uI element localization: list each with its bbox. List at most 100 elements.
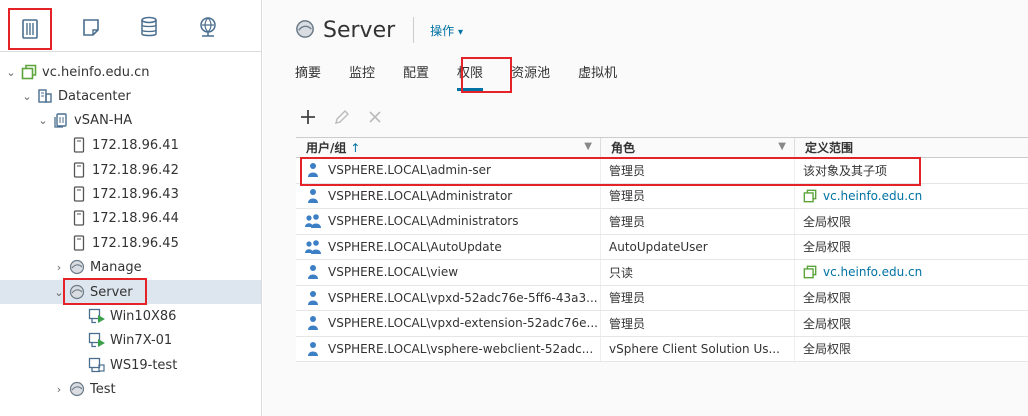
- tree-label: 172.18.96.43: [92, 186, 179, 202]
- tree-node-pool-test[interactable]: › Test: [52, 378, 116, 400]
- table-row[interactable]: VSPHERE.LOCAL\Administrators 管理员 全局权限: [296, 209, 1028, 235]
- tree-node-host[interactable]: 172.18.96.45: [68, 232, 179, 254]
- tab-resource-pools[interactable]: 资源池: [511, 62, 550, 88]
- role-name: AutoUpdateUser: [609, 239, 708, 254]
- user-name: VSPHERE.LOCAL\Administrators: [328, 214, 519, 229]
- user-icon: [304, 341, 322, 357]
- user-name: VSPHERE.LOCAL\vpxd-52adc76e-5ff6-43a3...: [328, 290, 598, 305]
- tree-label: Manage: [90, 259, 142, 275]
- delete-icon[interactable]: [367, 109, 383, 125]
- tab-configure[interactable]: 配置: [403, 62, 429, 88]
- tree-node-host[interactable]: 172.18.96.42: [68, 159, 179, 181]
- page-title: Server: [323, 17, 396, 43]
- user-cell: VSPHERE.LOCAL\view: [296, 260, 601, 285]
- tree-label: Win7X-01: [110, 332, 173, 348]
- role-cell: 管理员: [601, 183, 795, 208]
- tab-permissions[interactable]: 权限: [457, 62, 484, 91]
- filter-icon[interactable]: ▼: [584, 141, 592, 152]
- tab-summary[interactable]: 摘要: [295, 62, 321, 88]
- tree-label: Test: [90, 381, 116, 397]
- grid-header: 用户/组 ↑ ▼ 角色 ▼ 定义范围: [296, 138, 1028, 158]
- table-row[interactable]: VSPHERE.LOCAL\Administrator 管理员 vc.heinfo.…: [296, 183, 1028, 209]
- storage-tab[interactable]: [136, 14, 162, 40]
- vm-powered-on-icon: [88, 307, 106, 325]
- tree-label: 172.18.96.44: [92, 210, 179, 226]
- chevron-down-icon[interactable]: ⌄: [4, 66, 18, 79]
- networking-icon: [200, 17, 216, 37]
- tree-node-host[interactable]: 172.18.96.41: [68, 134, 179, 156]
- tree-node-pool-manage[interactable]: › Manage: [52, 256, 142, 278]
- tree-node-host[interactable]: 172.18.96.44: [68, 207, 179, 229]
- user-name: VSPHERE.LOCAL\vpxd-extension-52adc76e...: [328, 316, 598, 331]
- scope-text: 全局权限: [803, 316, 852, 331]
- tree-node-vm[interactable]: WS19-test: [86, 354, 177, 376]
- role-name: 管理员: [609, 189, 646, 204]
- resource-pool-icon: [68, 380, 86, 398]
- column-header-scope[interactable]: 定义范围: [795, 138, 1028, 157]
- role-name: 只读: [609, 265, 634, 280]
- content-panel: Server 操作 ▾ 摘要 监控 配置 权限 资源池 虚拟机 用户/组 ↑ ▼…: [263, 0, 1028, 416]
- scope-link[interactable]: vc.heinfo.edu.cn: [823, 265, 922, 279]
- tree-label: 172.18.96.42: [92, 162, 179, 178]
- tree-node-vm[interactable]: Win7X-01: [86, 329, 172, 351]
- chevron-down-icon[interactable]: ⌄: [20, 90, 34, 103]
- role-cell: 管理员: [601, 285, 795, 310]
- tree-node-vm[interactable]: Win10X86: [86, 305, 176, 327]
- tree-label: Datacenter: [58, 88, 131, 104]
- user-icon: [304, 315, 322, 331]
- table-row[interactable]: VSPHERE.LOCAL\vpxd-52adc76e-5ff6-43a3...…: [296, 285, 1028, 311]
- grid-body: VSPHERE.LOCAL\admin-ser 管理员 该对象及其子项 VSPHERE…: [296, 158, 1028, 362]
- user-icon: [304, 162, 322, 178]
- column-header-role[interactable]: 角色 ▼: [601, 138, 795, 157]
- user-cell: VSPHERE.LOCAL\admin-ser: [296, 158, 601, 183]
- chevron-down-icon[interactable]: ⌄: [36, 114, 50, 127]
- tree-node-datacenter[interactable]: ⌄ Datacenter: [20, 85, 131, 107]
- chevron-right-icon[interactable]: ›: [52, 261, 66, 274]
- role-name: 管理员: [609, 316, 646, 331]
- vms-templates-tab[interactable]: [78, 14, 104, 40]
- user-name: VSPHERE.LOCAL\Administrator: [328, 188, 513, 203]
- tree-label: vc.heinfo.edu.cn: [42, 64, 150, 80]
- user-name: VSPHERE.LOCAL\admin-ser: [328, 163, 491, 178]
- table-row[interactable]: VSPHERE.LOCAL\AutoUpdate AutoUpdateUser 全局…: [296, 234, 1028, 260]
- tree-node-vcenter[interactable]: ⌄ vc.heinfo.edu.cn: [4, 61, 150, 83]
- networking-tab[interactable]: [195, 14, 221, 40]
- hosts-clusters-tab[interactable]: [8, 8, 52, 50]
- vcenter-icon: [20, 63, 38, 81]
- group-icon: [304, 213, 322, 229]
- scope-text: 全局权限: [803, 291, 852, 306]
- chevron-down-icon[interactable]: ⌄: [52, 286, 66, 299]
- filter-icon[interactable]: ▼: [778, 141, 786, 152]
- group-icon: [304, 239, 322, 255]
- user-icon: [304, 188, 322, 204]
- scope-cell: vc.heinfo.edu.cn: [795, 260, 1028, 285]
- scope-cell: 该对象及其子项: [795, 158, 1028, 183]
- table-row[interactable]: VSPHERE.LOCAL\view 只读 vc.heinfo.edu.cn: [296, 260, 1028, 286]
- scope-cell: 全局权限: [795, 286, 1028, 311]
- role-name: 管理员: [609, 214, 646, 229]
- table-row[interactable]: VSPHERE.LOCAL\admin-ser 管理员 该对象及其子项: [296, 158, 1028, 184]
- tree-node-pool-server[interactable]: ⌄ Server: [52, 281, 132, 303]
- table-row[interactable]: VSPHERE.LOCAL\vpxd-extension-52adc76e...…: [296, 311, 1028, 337]
- scope-link[interactable]: vc.heinfo.edu.cn: [823, 189, 922, 203]
- scope-text: 全局权限: [803, 342, 852, 357]
- tree-node-host[interactable]: 172.18.96.43: [68, 183, 179, 205]
- column-label: 用户/组: [306, 141, 347, 155]
- sort-ascending-icon: ↑: [350, 140, 361, 155]
- role-name: 管理员: [609, 291, 646, 306]
- add-icon[interactable]: [299, 108, 317, 126]
- datacenter-icon: [36, 87, 54, 105]
- tab-monitor[interactable]: 监控: [349, 62, 375, 88]
- user-cell: VSPHERE.LOCAL\vsphere-webclient-52adc...: [296, 336, 601, 361]
- tab-vms[interactable]: 虚拟机: [578, 62, 617, 88]
- scope-text: 该对象及其子项: [803, 163, 888, 178]
- edit-icon[interactable]: [333, 108, 351, 126]
- table-row[interactable]: VSPHERE.LOCAL\vsphere-webclient-52adc...…: [296, 336, 1028, 362]
- actions-menu[interactable]: 操作 ▾: [430, 22, 463, 39]
- chevron-right-icon[interactable]: ›: [52, 383, 66, 396]
- chevron-down-icon: ▾: [458, 26, 464, 38]
- tree-node-cluster[interactable]: ⌄ vSAN-HA: [36, 109, 132, 131]
- column-header-user[interactable]: 用户/组 ↑ ▼: [296, 138, 601, 157]
- divider: [413, 17, 415, 43]
- role-cell: 管理员: [601, 158, 795, 183]
